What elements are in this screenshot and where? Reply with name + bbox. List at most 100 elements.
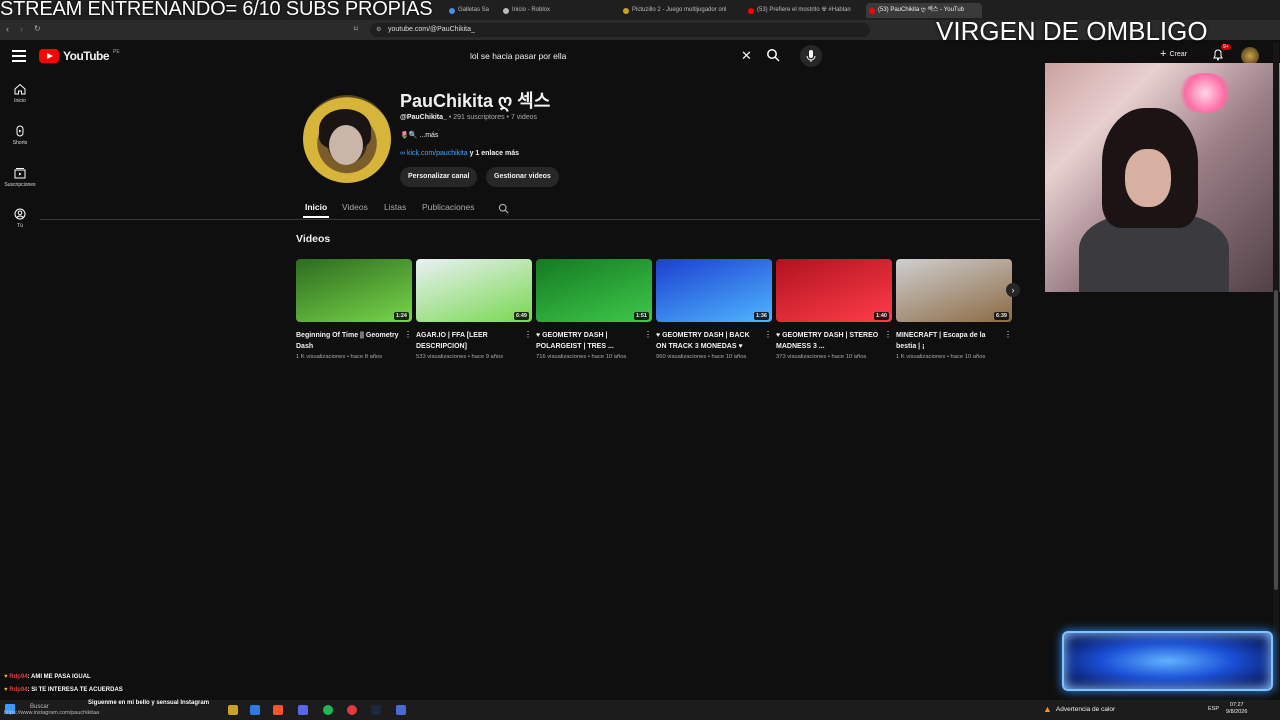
steam-icon[interactable] xyxy=(371,705,381,715)
sidebar-item-you[interactable]: Tú xyxy=(0,208,40,229)
chat-user: Rdp94 xyxy=(9,674,28,680)
channel-name: PauChikita ღ 섹스 xyxy=(400,91,551,111)
tab-label: Pictuzillo 2 - Juego multijugador onl xyxy=(632,7,727,13)
video-duration: 1:36 xyxy=(753,312,769,320)
channel-avatar[interactable] xyxy=(303,95,391,183)
reload-icon[interactable]: ↻ xyxy=(34,24,41,33)
search-button[interactable] xyxy=(766,48,780,67)
video-thumbnail[interactable]: 1:51 xyxy=(536,259,652,322)
clear-search-icon[interactable]: ✕ xyxy=(741,48,752,64)
tabs-divider xyxy=(40,219,1040,220)
video-duration: 6:49 xyxy=(513,312,529,320)
video-card[interactable]: 6:39 MINECRAFT | Escapa de la bestia | ¡ 1… xyxy=(896,259,1012,360)
app-icon[interactable] xyxy=(396,705,406,715)
forward-icon[interactable]: › xyxy=(20,24,23,34)
browser-tab[interactable]: Pictuzillo 2 - Juego multijugador onl xyxy=(620,3,736,18)
input-language[interactable]: ESP xyxy=(1208,706,1219,712)
bookmark-icon[interactable]: ⌑ xyxy=(354,25,358,33)
video-thumbnail[interactable]: 1:40 xyxy=(776,259,892,322)
warning-icon: ▲ xyxy=(1043,704,1052,714)
more-options-icon[interactable]: ⋮ xyxy=(884,330,892,339)
video-title[interactable]: Beginning Of Time || Geometry Dash xyxy=(296,330,400,352)
sidebar-item-label: Tú xyxy=(17,223,23,229)
url-field[interactable]: ⚙ youtube.com/@PauChikita_ xyxy=(370,23,870,37)
browser-tab[interactable]: (53) Prefiere el mostrito ☢ #Hablan xyxy=(745,3,857,18)
sidebar-item-subscriptions[interactable]: Suscripciones xyxy=(0,167,40,188)
more-options-icon[interactable]: ⋮ xyxy=(644,330,652,339)
video-meta: 716 visualizaciones • hace 10 años xyxy=(536,354,627,360)
video-title[interactable]: ♥ GEOMETRY DASH | POLARGEIST | TRES ... xyxy=(536,330,640,352)
voice-search-button[interactable] xyxy=(800,45,822,67)
tab-favicon-icon xyxy=(869,8,875,14)
channel-handle: @PauChikita_ xyxy=(400,114,447,121)
tab-publicaciones[interactable]: Publicaciones xyxy=(422,202,474,212)
shelf-next-arrow-icon[interactable]: › xyxy=(1006,283,1020,297)
spotify-icon[interactable] xyxy=(323,705,333,715)
taskbar-clock[interactable]: 07:27 9/8/2026 xyxy=(1226,702,1247,716)
tab-listas[interactable]: Listas xyxy=(384,202,406,212)
url-text: youtube.com/@PauChikita_ xyxy=(388,26,475,33)
video-title[interactable]: MINECRAFT | Escapa de la bestia | ¡ xyxy=(896,330,1000,352)
videos-section-heading: Videos xyxy=(296,233,331,245)
video-meta: 533 visualizaciones • hace 9 años xyxy=(416,354,504,360)
channel-link[interactable]: kick.com/pauchikita xyxy=(407,150,468,157)
search-input[interactable]: lol se hacia pasar por ella xyxy=(462,45,758,67)
clock-time: 07:27 xyxy=(1229,702,1244,708)
video-thumbnail[interactable]: 1:24 xyxy=(296,259,412,322)
channel-stats: • 291 suscriptores • 7 videos xyxy=(446,114,538,121)
video-card[interactable]: 6:49 AGAR.IO | FFA [LEER DESCRIPCION] 533 … xyxy=(416,259,532,360)
sidebar-item-label: Inicio xyxy=(14,98,26,104)
tab-videos[interactable]: Videos xyxy=(342,202,368,212)
video-card[interactable]: 1:40 ♥ GEOMETRY DASH | STEREO MADNESS 3 .… xyxy=(776,259,892,360)
more-options-icon[interactable]: ⋮ xyxy=(764,330,772,339)
sidebar-item-shorts[interactable]: Shorts xyxy=(0,125,40,146)
chat-text: Siguenme en mi bello y sensual Instagram xyxy=(88,700,210,706)
link-icon: ∞ xyxy=(400,150,407,157)
channel-more-links[interactable]: y 1 enlace más xyxy=(468,150,519,157)
more-options-icon[interactable]: ⋮ xyxy=(404,330,412,339)
video-meta: 1 K visualizaciones • hace 8 años xyxy=(296,354,383,360)
youtube-logo[interactable]: YouTube PE xyxy=(39,49,120,63)
taskbar-weather[interactable]: ▲ Advertencia de calor xyxy=(1043,704,1115,714)
video-card[interactable]: 1:24 Beginning Of Time || Geometry Dash 1 … xyxy=(296,259,412,360)
discord-icon[interactable] xyxy=(298,705,308,715)
video-card[interactable]: 1:36 ♥ GEOMETRY DASH | BACK ON TRACK 3 MO… xyxy=(656,259,772,360)
tab-favicon-icon xyxy=(449,8,455,14)
browser-tab[interactable]: Inicio - Roblox xyxy=(500,3,610,18)
video-duration: 1:40 xyxy=(873,312,889,320)
microphone-icon xyxy=(806,50,816,62)
customize-channel-button[interactable]: Personalizar canal xyxy=(400,167,478,187)
hamburger-menu-icon[interactable] xyxy=(12,50,26,62)
more-options-icon[interactable]: ⋮ xyxy=(1004,330,1012,339)
site-info-icon[interactable]: ⚙ xyxy=(376,23,381,37)
stream-title-overlay: STREAM ENTRENANDO= 6/10 SUBS PROPIAS xyxy=(0,0,433,20)
scrollbar-thumb[interactable] xyxy=(1274,290,1278,590)
video-title[interactable]: ♥ GEOMETRY DASH | STEREO MADNESS 3 ... xyxy=(776,330,880,352)
bell-icon xyxy=(1213,49,1223,61)
obs-icon[interactable] xyxy=(347,705,357,715)
brave-icon[interactable] xyxy=(273,705,283,715)
sidebar-item-label: Suscripciones xyxy=(4,182,36,188)
more-options-icon[interactable]: ⋮ xyxy=(524,330,532,339)
video-meta: 960 visualizaciones • hace 10 años xyxy=(656,354,747,360)
channel-search-button[interactable] xyxy=(498,201,509,219)
manage-videos-button[interactable]: Gestionar videos xyxy=(486,167,559,187)
video-thumbnail[interactable]: 1:36 xyxy=(656,259,772,322)
back-icon[interactable]: ‹ xyxy=(6,24,9,34)
channel-description[interactable]: 🌷🔍 ...más xyxy=(400,131,438,139)
file-explorer-icon[interactable] xyxy=(228,705,238,715)
video-title[interactable]: AGAR.IO | FFA [LEER DESCRIPCION] xyxy=(416,330,520,352)
video-title[interactable]: ♥ GEOMETRY DASH | BACK ON TRACK 3 MONEDA… xyxy=(656,330,760,352)
edge-icon[interactable] xyxy=(250,705,260,715)
sidebar-item-inicio[interactable]: Inicio xyxy=(0,83,40,104)
create-button[interactable]: + Crear xyxy=(1160,48,1187,60)
tab-inicio[interactable]: Inicio xyxy=(305,202,327,212)
video-card[interactable]: 1:51 ♥ GEOMETRY DASH | POLARGEIST | TRES … xyxy=(536,259,652,360)
channel-handle-line: @PauChikita_ • 291 suscriptores • 7 vide… xyxy=(400,114,537,121)
video-thumbnail[interactable]: 6:49 xyxy=(416,259,532,322)
browser-tab[interactable]: Galletas Sa xyxy=(446,3,496,18)
tab-label: (53) PauChikita ღ 섹스 - YouTub xyxy=(878,7,965,13)
video-thumbnail[interactable]: 6:39 xyxy=(896,259,1012,322)
stream-right-overlay: VIRGEN DE OMBLIGO xyxy=(936,16,1208,46)
clock-date: 9/8/2026 xyxy=(1226,709,1248,715)
